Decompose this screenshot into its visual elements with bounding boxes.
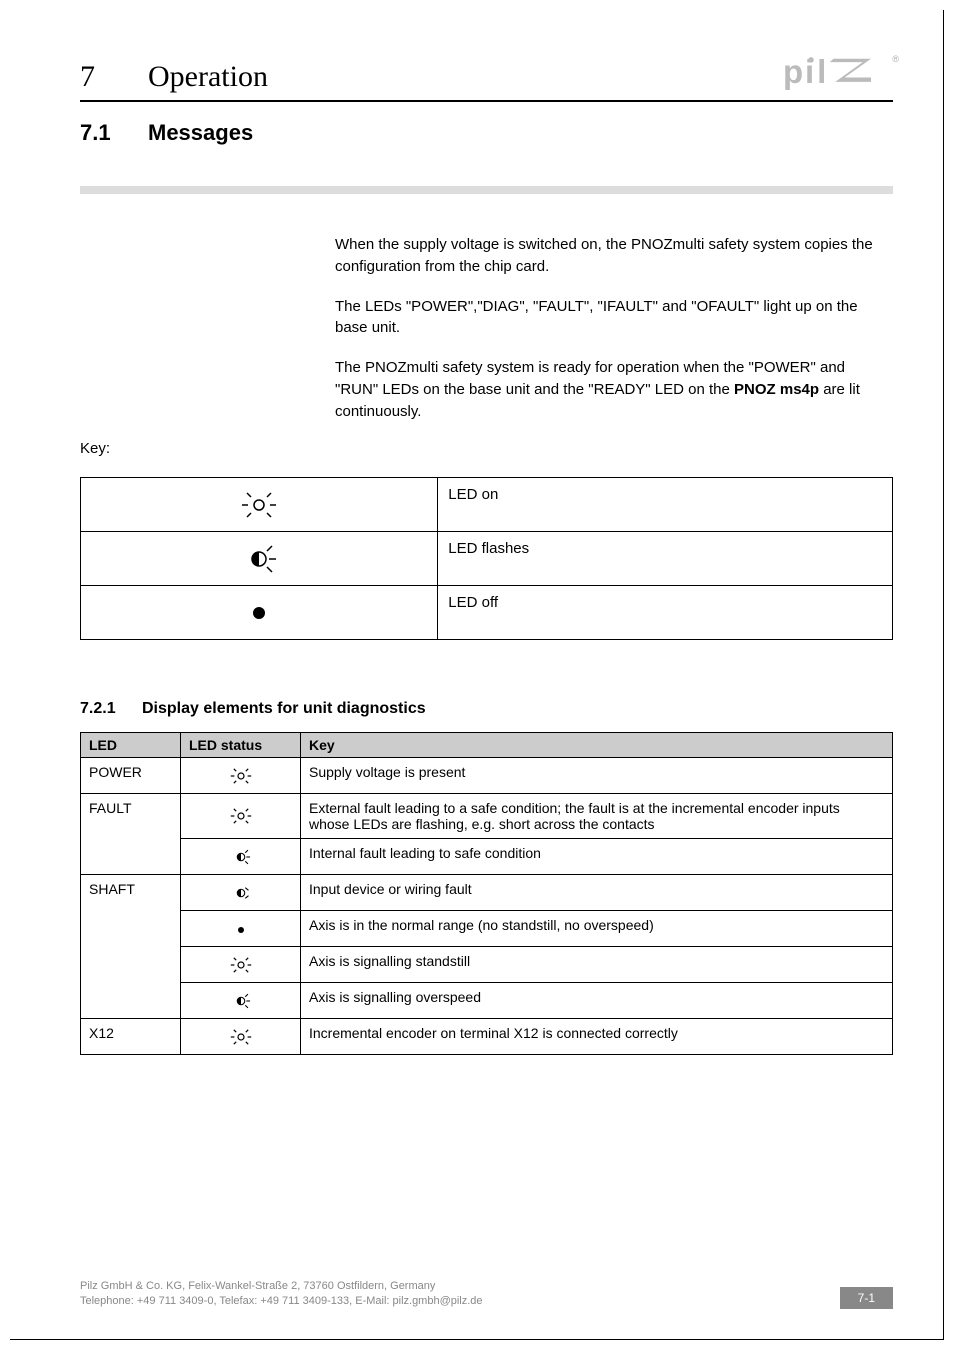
power-label: POWER: [81, 758, 181, 794]
pilz-logo: p i l ®: [783, 50, 893, 94]
section-number: 7.1: [80, 120, 148, 146]
fault-desc-1: External fault leading to a safe conditi…: [301, 794, 893, 839]
intro-paragraph-2: The LEDs "POWER","DIAG", "FAULT", "IFAUL…: [335, 296, 873, 340]
fault-label: FAULT: [81, 794, 181, 875]
diag-row-fault-1: FAULT External fault leading to a safe c…: [81, 794, 893, 839]
shaft-status-3: [181, 947, 301, 983]
led-on-icon: [239, 490, 279, 520]
legend-text-flashes: LED flashes: [438, 532, 893, 586]
led-flashes-alt-icon: [229, 885, 253, 901]
chapter-title: 7Operation: [80, 60, 268, 94]
diagnostics-table: LED LED status Key POWER Supply voltage …: [80, 732, 893, 1055]
legend-text-on: LED on: [438, 478, 893, 532]
led-on-icon: [229, 767, 253, 785]
section-heading: 7.1Messages: [80, 120, 893, 146]
led-off-icon: [235, 924, 247, 936]
led-flashes-icon: [229, 993, 253, 1009]
shaft-status-1: [181, 875, 301, 911]
footer-line-2: Telephone: +49 711 3409-0, Telefax: +49 …: [80, 1294, 483, 1309]
legend-row-on: LED on: [81, 478, 893, 532]
intro-paragraph-1: When the supply voltage is switched on, …: [335, 234, 873, 278]
shaft-desc-2: Axis is in the normal range (no standsti…: [301, 911, 893, 947]
x12-status: [181, 1019, 301, 1055]
diag-row-power: POWER Supply voltage is present: [81, 758, 893, 794]
diag-row-shaft-2: Axis is in the normal range (no standsti…: [81, 911, 893, 947]
p3-product-name: PNOZ ms4p: [734, 381, 819, 398]
shaft-desc-3: Axis is signalling standstill: [301, 947, 893, 983]
page-header: 7Operation p i l ®: [80, 50, 893, 102]
svg-text:p: p: [783, 53, 802, 90]
registered-mark: ®: [892, 54, 899, 64]
shaft-status-2: [181, 911, 301, 947]
legend-icon-on-cell: [81, 478, 438, 532]
led-on-icon: [229, 807, 253, 825]
legend-row-flashes: LED flashes: [81, 532, 893, 586]
led-on-icon: [229, 956, 253, 974]
led-off-icon: [249, 605, 269, 621]
header-status: LED status: [181, 733, 301, 758]
header-led: LED: [81, 733, 181, 758]
subsection-number: 7.2.1: [80, 700, 142, 718]
shaft-desc-4: Axis is signalling overspeed: [301, 983, 893, 1019]
key-label: Key:: [80, 440, 893, 457]
pilz-logo-icon: p i l: [783, 50, 893, 94]
footer-line-1: Pilz GmbH & Co. KG, Felix-Wankel-Straße …: [80, 1279, 483, 1294]
shaft-label: SHAFT: [81, 875, 181, 1019]
shaft-status-4: [181, 983, 301, 1019]
power-desc: Supply voltage is present: [301, 758, 893, 794]
svg-text:l: l: [817, 53, 825, 90]
shaft-desc-1: Input device or wiring fault: [301, 875, 893, 911]
led-on-icon: [229, 1028, 253, 1046]
section-title: Messages: [148, 120, 253, 145]
legend-row-off: LED off: [81, 586, 893, 640]
diag-row-shaft-4: Axis is signalling overspeed: [81, 983, 893, 1019]
diag-row-shaft-1: SHAFT Input device or wiring fault: [81, 875, 893, 911]
diag-row-x12: X12 Incremental encoder on terminal X12 …: [81, 1019, 893, 1055]
legend-icon-flashes-cell: [81, 532, 438, 586]
fault-status-1: [181, 794, 301, 839]
fault-desc-2: Internal fault leading to safe condition: [301, 839, 893, 875]
subsection-title: Display elements for unit diagnostics: [142, 700, 426, 717]
page-footer: Pilz GmbH & Co. KG, Felix-Wankel-Straße …: [80, 1279, 893, 1309]
chapter-name: Operation: [148, 60, 268, 93]
chapter-number: 7: [80, 60, 148, 94]
led-flashes-icon: [229, 849, 253, 865]
x12-desc: Incremental encoder on terminal X12 is c…: [301, 1019, 893, 1055]
divider-bar: [80, 186, 893, 194]
header-key: Key: [301, 733, 893, 758]
legend-table: LED on LED flashes LED off: [80, 477, 893, 640]
x12-label: X12: [81, 1019, 181, 1055]
legend-icon-off-cell: [81, 586, 438, 640]
fault-status-2: [181, 839, 301, 875]
legend-text-off: LED off: [438, 586, 893, 640]
diag-header-row: LED LED status Key: [81, 733, 893, 758]
led-flashes-icon: [239, 544, 279, 574]
diag-row-shaft-3: Axis is signalling standstill: [81, 947, 893, 983]
subsection-heading: 7.2.1Display elements for unit diagnosti…: [80, 700, 893, 718]
power-status: [181, 758, 301, 794]
page-number: 7-1: [840, 1287, 893, 1309]
intro-paragraph-3: The PNOZmulti safety system is ready for…: [335, 357, 873, 422]
diag-row-fault-2: Internal fault leading to safe condition: [81, 839, 893, 875]
footer-address: Pilz GmbH & Co. KG, Felix-Wankel-Straße …: [80, 1279, 483, 1309]
